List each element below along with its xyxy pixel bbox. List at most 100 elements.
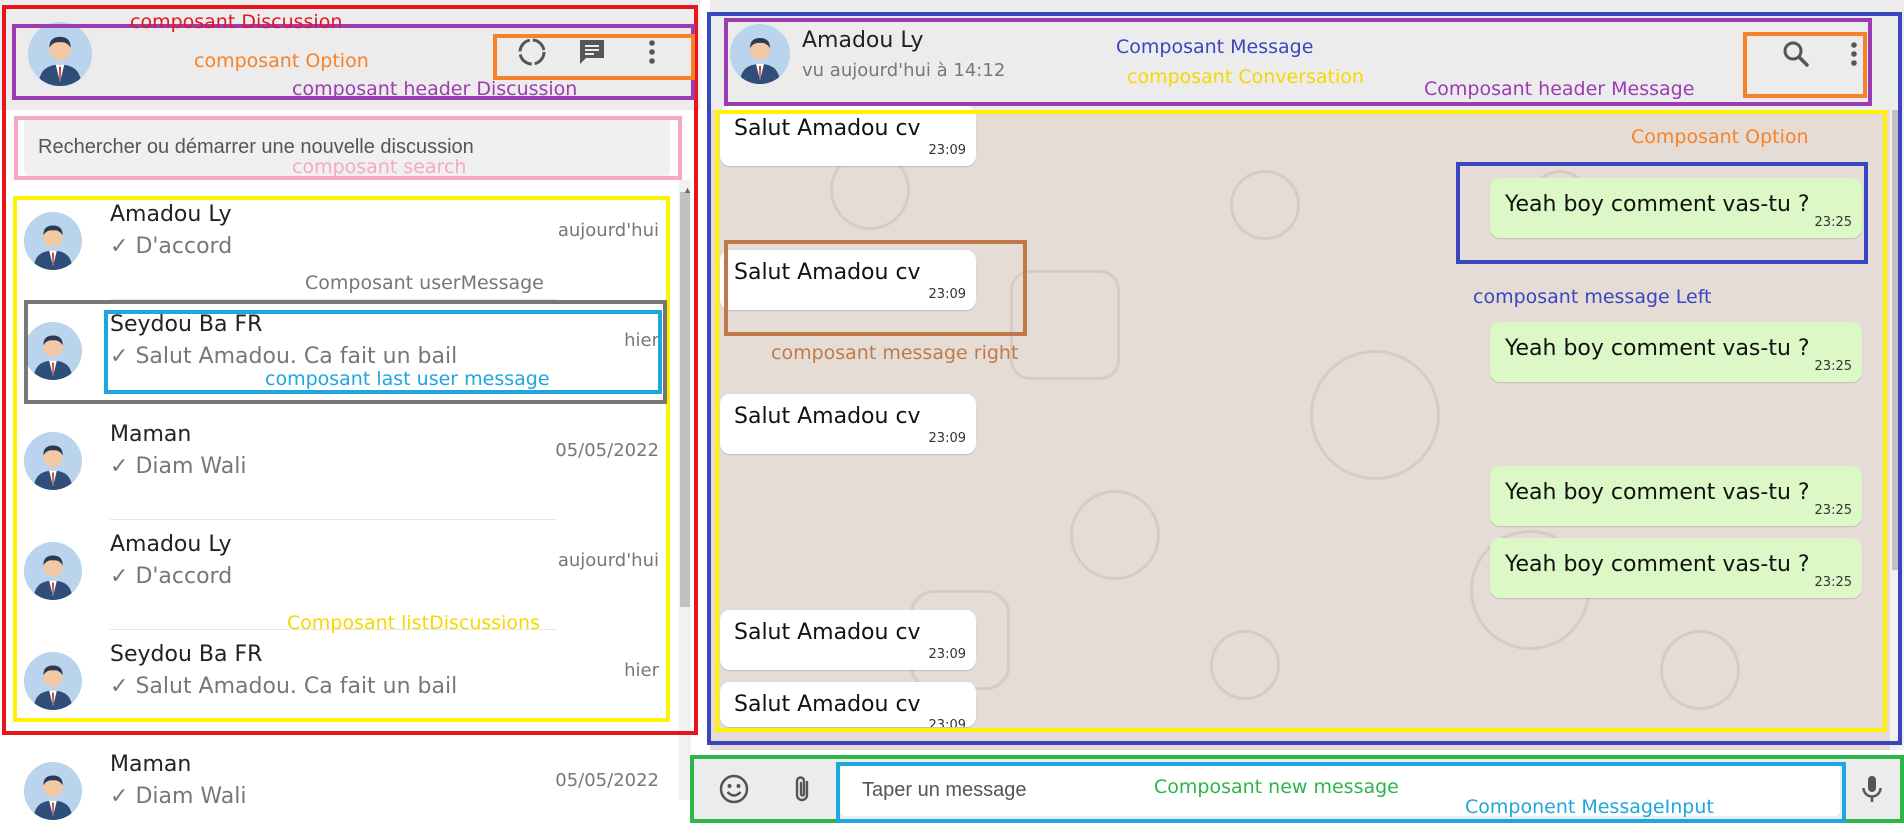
- annotation-label-message-input: Component MessageInput: [1465, 796, 1714, 818]
- microphone-button[interactable]: [1850, 767, 1894, 811]
- annotation-label-search: composant search: [292, 156, 467, 178]
- message-left: Yeah boy comment vas-tu ? 23:25: [1490, 322, 1862, 382]
- message-time: 23:09: [928, 718, 966, 727]
- contact-avatar: [24, 652, 82, 710]
- annotation-label-message: Composant Message: [1116, 36, 1314, 58]
- contact-avatar: [24, 762, 82, 820]
- discussion-item[interactable]: Seydou Ba FR ✓ Salut Amadou. Ca fait un …: [0, 630, 677, 740]
- contact-status: vu aujourd'hui à 14:12: [802, 60, 1006, 81]
- annotation-label-discussion: composant Discussion: [130, 11, 343, 33]
- wallpaper-doodle: [1660, 630, 1740, 710]
- annotation-label-user-message: Composant userMessage: [305, 272, 544, 294]
- message-text: Salut Amadou cv: [734, 692, 921, 717]
- annotation-label-option-right: Composant Option: [1631, 126, 1809, 148]
- message-right: Salut Amadou cv 23:09: [720, 682, 976, 727]
- check-icon: ✓: [110, 674, 136, 699]
- emoji-button[interactable]: [712, 767, 756, 811]
- contact-avatar: [24, 212, 82, 270]
- message-text: Yeah boy comment vas-tu ?: [1505, 192, 1810, 217]
- own-avatar[interactable]: [28, 22, 92, 86]
- attach-icon: [795, 776, 809, 802]
- contact-name: Maman: [110, 422, 192, 447]
- contact-avatar[interactable]: [730, 24, 790, 84]
- last-message-date: hier: [624, 660, 659, 681]
- message-time: 23:09: [928, 647, 966, 662]
- contact-name: Seydou Ba FR: [110, 312, 263, 337]
- status-button[interactable]: [510, 30, 554, 74]
- menu-button[interactable]: [630, 30, 674, 74]
- conversation-scrollbar[interactable]: [1890, 110, 1904, 750]
- message-right: Salut Amadou cv 23:09: [720, 106, 976, 166]
- message-time: 23:09: [928, 287, 966, 302]
- contact-name: Amadou Ly: [110, 532, 232, 557]
- discussion-scrollbar[interactable]: [679, 180, 691, 800]
- discussion-item[interactable]: Seydou Ba FR ✓ Salut Amadou. Ca fait un …: [0, 300, 677, 410]
- check-icon: ✓: [110, 784, 136, 809]
- person-avatar-icon: [24, 432, 82, 490]
- wallpaper-doodle: [1230, 170, 1300, 240]
- last-message: ✓ D'accord: [110, 564, 232, 589]
- emoji-icon: [719, 774, 749, 804]
- whatsapp-clone-app: Amadou Ly ✓ D'accord aujourd'hui Seydou …: [0, 0, 1904, 823]
- person-avatar-icon: [24, 762, 82, 820]
- search-message-button[interactable]: [1774, 32, 1818, 76]
- wallpaper-doodle: [1310, 350, 1440, 480]
- message-text: Salut Amadou cv: [734, 260, 921, 285]
- last-message: ✓ Salut Amadou. Ca fait un bail: [110, 674, 457, 699]
- attach-button[interactable]: [780, 767, 824, 811]
- check-icon: ✓: [110, 344, 136, 369]
- discussion-panel: Amadou Ly ✓ D'accord aujourd'hui Seydou …: [0, 0, 700, 823]
- annotation-label-header-message: Composant header Message: [1424, 78, 1695, 100]
- message-text: Yeah boy comment vas-tu ?: [1505, 552, 1810, 577]
- scrollbar-thumb[interactable]: [1892, 110, 1902, 570]
- contact-avatar: [24, 542, 82, 600]
- discussion-item[interactable]: Maman ✓ Diam Wali 05/05/2022: [0, 410, 677, 520]
- check-icon: ✓: [110, 564, 136, 589]
- last-message-date: hier: [624, 330, 659, 351]
- message-text: Salut Amadou cv: [734, 116, 921, 141]
- last-message-text: Salut Amadou. Ca fait un bail: [135, 344, 458, 369]
- last-message-text: Diam Wali: [135, 784, 247, 809]
- wallpaper-doodle: [1010, 270, 1120, 380]
- check-icon: ✓: [110, 234, 136, 259]
- more-vertical-icon: [649, 40, 655, 64]
- status-icon: [518, 38, 546, 66]
- chat-menu-button[interactable]: [1832, 32, 1876, 76]
- person-avatar-icon: [24, 212, 82, 270]
- message-time: 23:09: [928, 143, 966, 158]
- new-chat-button[interactable]: [570, 30, 614, 74]
- last-message: ✓ Diam Wali: [110, 454, 246, 479]
- check-icon: ✓: [110, 454, 136, 479]
- last-message: ✓ D'accord: [110, 234, 232, 259]
- contact-name: Amadou Ly: [802, 28, 924, 53]
- last-message: ✓ Salut Amadou. Ca fait un bail: [110, 344, 457, 369]
- scrollbar-thumb[interactable]: [680, 192, 690, 607]
- last-message-date: 05/05/2022: [555, 440, 659, 461]
- more-vertical-icon: [1851, 42, 1857, 66]
- annotation-label-header-discussion: composant header Discussion: [292, 78, 578, 100]
- message-text: Salut Amadou cv: [734, 620, 921, 645]
- person-avatar-icon: [24, 322, 82, 380]
- message-right: Salut Amadou cv 23:09: [720, 610, 976, 670]
- message-text: Salut Amadou cv: [734, 404, 921, 429]
- message-time: 23:25: [1814, 575, 1852, 590]
- scroll-up-arrow-icon[interactable]: ▲: [683, 185, 692, 195]
- annotation-label-last-user-message: composant last user message: [265, 368, 550, 390]
- person-avatar-icon: [730, 24, 790, 84]
- contact-name: Seydou Ba FR: [110, 642, 263, 667]
- annotation-label-new-message: Composant new message: [1154, 776, 1399, 798]
- message-time: 23:09: [928, 431, 966, 446]
- message-text: Yeah boy comment vas-tu ?: [1505, 480, 1810, 505]
- last-message-date: 05/05/2022: [555, 770, 659, 791]
- message-left: Yeah boy comment vas-tu ? 23:25: [1490, 466, 1862, 526]
- message-left: Yeah boy comment vas-tu ? 23:25: [1490, 178, 1862, 238]
- discussion-item[interactable]: Maman ✓ Diam Wali 05/05/2022: [0, 740, 677, 823]
- contact-avatar: [24, 322, 82, 380]
- last-message-text: Diam Wali: [135, 454, 247, 479]
- annotation-label-option-left: composant Option: [194, 50, 369, 72]
- last-message-date: aujourd'hui: [557, 550, 659, 571]
- microphone-icon: [1862, 776, 1882, 802]
- annotation-label-message-right: composant message right: [771, 342, 1019, 364]
- annotation-label-conversation: composant Conversation: [1127, 66, 1364, 88]
- message-time: 23:25: [1814, 215, 1852, 230]
